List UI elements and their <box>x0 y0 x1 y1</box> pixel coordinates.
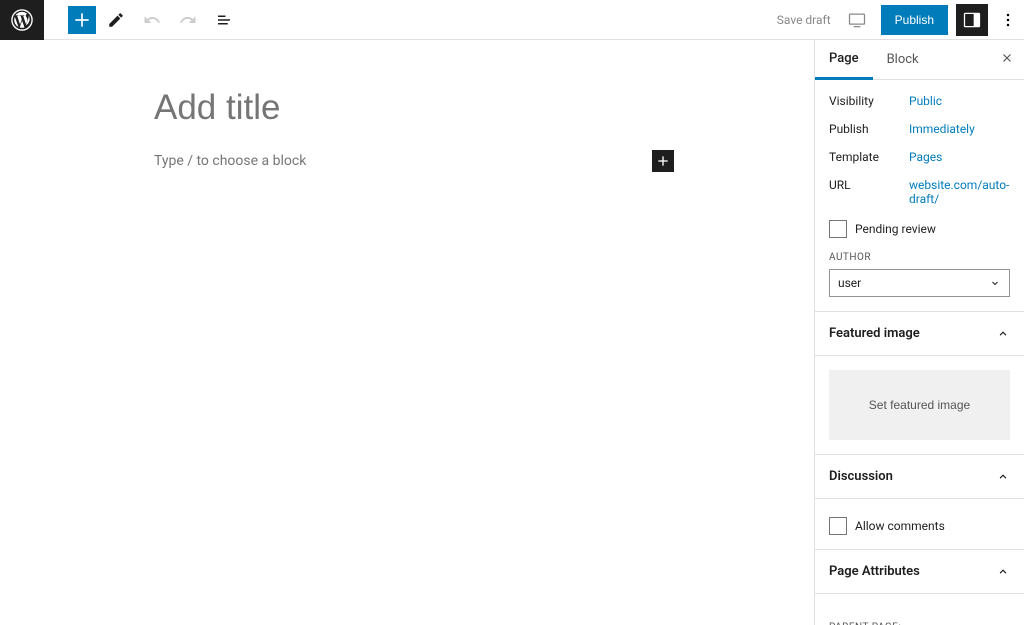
url-label: URL <box>829 178 909 192</box>
chevron-up-icon <box>996 565 1010 579</box>
outline-icon <box>215 11 233 29</box>
author-field-label: AUTHOR <box>829 252 1010 263</box>
block-prompt-text[interactable]: Type / to choose a block <box>154 153 652 169</box>
visibility-value[interactable]: Public <box>909 94 1010 108</box>
pending-review-label: Pending review <box>855 222 936 236</box>
inline-add-block-button[interactable] <box>652 150 674 172</box>
discussion-header[interactable]: Discussion <box>815 455 1024 499</box>
allow-comments-label: Allow comments <box>855 519 945 533</box>
undo-icon <box>143 11 161 29</box>
featured-image-title: Featured image <box>829 326 920 341</box>
document-outline-button[interactable] <box>208 4 240 36</box>
featured-image-header[interactable]: Featured image <box>815 312 1024 356</box>
redo-button[interactable] <box>172 4 204 36</box>
settings-sidebar: Page Block Visibility Public Publish Imm… <box>814 40 1024 625</box>
discussion-body: Allow comments <box>815 499 1024 550</box>
sidebar-tabs: Page Block <box>815 40 1024 80</box>
set-featured-image-button[interactable]: Set featured image <box>829 370 1010 440</box>
page-attributes-header[interactable]: Page Attributes <box>815 550 1024 594</box>
template-label: Template <box>829 150 909 164</box>
add-block-button[interactable] <box>68 6 96 34</box>
tab-block[interactable]: Block <box>873 40 933 80</box>
page-attributes-body: PARENT PAGE: <box>815 594 1024 625</box>
tab-page[interactable]: Page <box>815 40 873 80</box>
save-draft-button[interactable]: Save draft <box>767 13 841 27</box>
publish-button[interactable]: Publish <box>881 5 948 35</box>
discussion-title: Discussion <box>829 469 893 484</box>
desktop-icon <box>847 10 867 30</box>
plus-icon <box>72 10 92 30</box>
status-visibility-panel: Visibility Public Publish Immediately Te… <box>815 80 1024 312</box>
wordpress-logo[interactable] <box>0 0 44 40</box>
publish-label: Publish <box>829 122 909 136</box>
main-area: Type / to choose a block Page Block Visi… <box>0 40 1024 625</box>
plus-icon <box>655 153 671 169</box>
wordpress-icon <box>11 9 33 31</box>
visibility-label: Visibility <box>829 94 909 108</box>
page-attributes-title: Page Attributes <box>829 564 920 579</box>
kebab-icon <box>998 10 1018 30</box>
author-selected-value: user <box>838 276 861 290</box>
template-value[interactable]: Pages <box>909 150 1010 164</box>
author-select[interactable]: user <box>829 269 1010 297</box>
publish-value[interactable]: Immediately <box>909 122 1010 136</box>
allow-comments-checkbox[interactable] <box>829 517 847 535</box>
editor-canvas: Type / to choose a block <box>0 40 814 625</box>
block-prompt-row: Type / to choose a block <box>154 150 674 172</box>
close-sidebar-button[interactable] <box>1000 50 1014 69</box>
preview-button[interactable] <box>841 4 873 36</box>
pencil-icon <box>107 11 125 29</box>
post-title-input[interactable] <box>154 88 674 128</box>
chevron-up-icon <box>996 327 1010 341</box>
close-icon <box>1000 51 1014 65</box>
featured-image-body: Set featured image <box>815 356 1024 455</box>
edit-tool-button[interactable] <box>100 4 132 36</box>
more-options-button[interactable] <box>992 4 1024 36</box>
settings-sidebar-toggle[interactable] <box>956 4 988 36</box>
url-value[interactable]: website.com/auto-draft/ <box>909 178 1010 206</box>
undo-button[interactable] <box>136 4 168 36</box>
sidebar-icon <box>962 10 982 30</box>
redo-icon <box>179 11 197 29</box>
top-toolbar: Save draft Publish <box>0 0 1024 40</box>
pending-review-checkbox[interactable] <box>829 220 847 238</box>
chevron-down-icon <box>989 277 1001 289</box>
chevron-up-icon <box>996 470 1010 484</box>
